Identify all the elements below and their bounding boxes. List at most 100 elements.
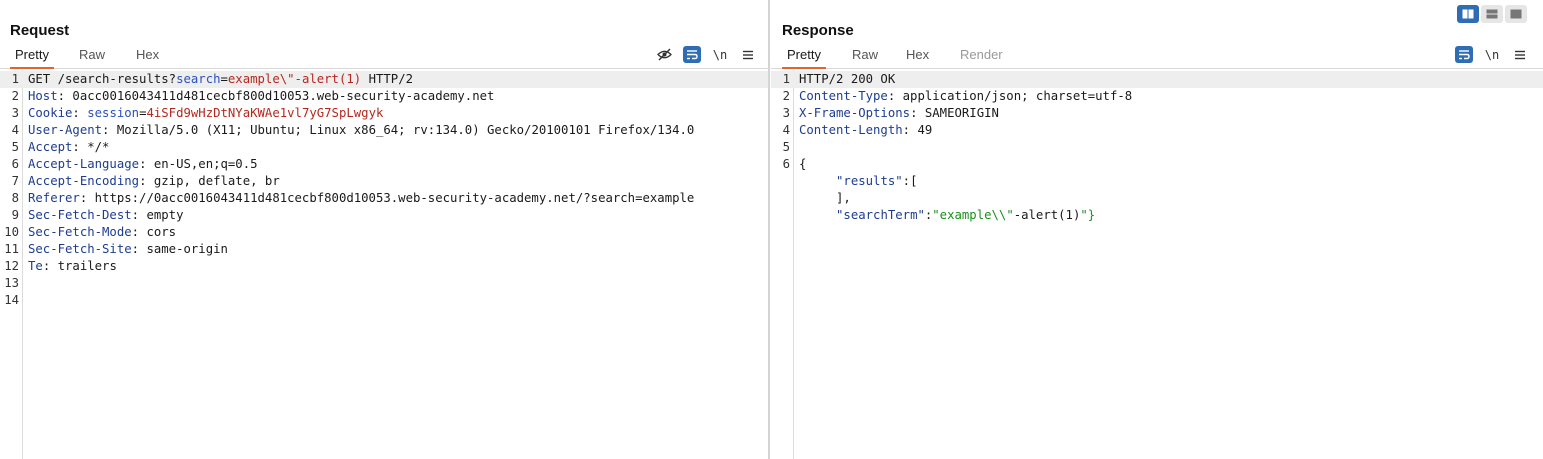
response-editor[interactable]: 1 HTTP/2 200 OK 2 Content-Type: application…	[771, 70, 1543, 459]
side-by-side-layout-icon[interactable]	[1457, 5, 1479, 23]
request-code-line[interactable]: 4 User-Agent: Mozilla/5.0 (X11; Ubuntu; L…	[0, 122, 768, 139]
request-line-number: 10	[4, 225, 19, 239]
request-title: Request	[10, 22, 70, 39]
request-line-number: 1	[11, 72, 19, 86]
request-code-line[interactable]: 12 Te: trailers	[0, 258, 768, 275]
response-line-number: 3	[782, 106, 790, 120]
request-code-token: 4iSFd9wHzDtNYaKWAe1vl7yG7SpLwgyk	[146, 106, 384, 120]
request-code-token: Accept-Language	[28, 157, 140, 171]
request-line-text: Accept-Language: en-US,en;q=0.5	[28, 156, 258, 173]
request-code-token: Sec-Fetch-Site	[28, 242, 132, 256]
response-code-line[interactable]: "results":[	[771, 173, 1543, 190]
request-code-line[interactable]: 13	[0, 275, 768, 292]
request-line-text: Cookie: session=4iSFd9wHzDtNYaKWAe1vl7yG…	[28, 105, 383, 122]
single-layout-icon[interactable]	[1505, 5, 1527, 23]
request-code-line[interactable]: 3 Cookie: session=4iSFd9wHzDtNYaKWAe1vl7y…	[0, 105, 768, 122]
newline-toggle[interactable]: \n	[1483, 46, 1501, 63]
request-line-text: Referer: https://0acc0016043411d481cecbf…	[28, 190, 694, 207]
pane-divider[interactable]	[768, 0, 770, 459]
request-code-line[interactable]: 5 Accept: */*	[0, 139, 768, 156]
request-line-number: 2	[11, 89, 19, 103]
request-line-text: GET /search-results?search=example\"-ale…	[28, 71, 413, 88]
request-code-token: search	[176, 72, 221, 86]
request-line-number: 14	[4, 293, 19, 307]
response-code-line[interactable]: 5	[771, 139, 1543, 156]
response-code-token: "results"	[836, 174, 903, 188]
response-code-line[interactable]: 2 Content-Type: application/json; charset…	[771, 88, 1543, 105]
request-code-line[interactable]: 14	[0, 292, 768, 309]
response-line-text: ],	[799, 190, 851, 207]
response-line-text: {	[799, 156, 806, 173]
request-code-token: : https://0acc0016043411d481cecbf800d100…	[79, 191, 695, 205]
request-line-number: 5	[11, 140, 19, 154]
response-code-line[interactable]: 6{	[771, 156, 1543, 173]
request-code-token: Referer	[28, 191, 80, 205]
request-code-token: : empty	[131, 208, 184, 222]
response-tab-pretty[interactable]: Pretty	[782, 47, 826, 69]
response-code-token: ],	[799, 191, 851, 205]
request-tab-pretty[interactable]: Pretty	[10, 47, 54, 69]
request-line-number: 9	[11, 208, 19, 222]
response-tab-hex[interactable]: Hex	[901, 47, 934, 67]
eye-slash-icon[interactable]	[655, 46, 673, 63]
response-pane: Response Pretty Raw Hex Render \n 1 HTTP/…	[771, 0, 1543, 459]
request-code-token: : Mozilla/5.0 (X11; Ubuntu; Linux x86_64…	[102, 123, 695, 137]
hamburger-menu-icon[interactable]	[739, 46, 757, 63]
response-code-token: :[	[902, 174, 918, 188]
request-code-token: : gzip, deflate, br	[139, 174, 280, 188]
request-code-token: example\"-alert(1)	[227, 72, 362, 86]
request-code-token: : en-US,en;q=0.5	[139, 157, 258, 171]
response-code-token: X-Frame-Options	[799, 106, 911, 120]
request-code-token: =	[220, 72, 228, 86]
hamburger-menu-icon[interactable]	[1511, 46, 1529, 63]
response-tab-render[interactable]: Render	[955, 47, 1008, 67]
request-code-token: Te	[28, 259, 43, 273]
response-code-token: : application/json; charset=utf-8	[887, 89, 1133, 103]
response-line-text: "results":[	[799, 173, 917, 190]
request-code-line[interactable]: 1 GET /search-results?search=example\"-al…	[0, 71, 768, 88]
response-code-token: : SAMEORIGIN	[910, 106, 999, 120]
request-code-line[interactable]: 11 Sec-Fetch-Site: same-origin	[0, 241, 768, 258]
request-line-text: Accept-Encoding: gzip, deflate, br	[28, 173, 280, 190]
request-tab-hex[interactable]: Hex	[131, 47, 164, 67]
response-line-text: HTTP/2 200 OK	[799, 71, 895, 88]
response-tab-raw[interactable]: Raw	[847, 47, 883, 67]
request-code-line[interactable]: 2 Host: 0acc0016043411d481cecbf800d10053.…	[0, 88, 768, 105]
response-code-line[interactable]: 4 Content-Length: 49	[771, 122, 1543, 139]
response-line-number: 5	[782, 140, 790, 154]
request-code-line[interactable]: 8 Referer: https://0acc0016043411d481cecb…	[0, 190, 768, 207]
request-code-line[interactable]: 6 Accept-Language: en-US,en;q=0.5	[0, 156, 768, 173]
response-line-number: 6	[782, 157, 790, 171]
response-code-line[interactable]: "searchTerm":"example\\"-alert(1)"}	[771, 207, 1543, 224]
stacked-layout-icon[interactable]	[1481, 5, 1503, 23]
response-code-line[interactable]: 1 HTTP/2 200 OK	[771, 71, 1543, 88]
newline-toggle[interactable]: \n	[711, 46, 729, 63]
request-line-number: 3	[11, 106, 19, 120]
response-line-number: 4	[782, 123, 790, 137]
request-line-text: Sec-Fetch-Dest: empty	[28, 207, 183, 224]
response-code-token	[799, 208, 836, 222]
request-code-token: : trailers	[42, 259, 117, 273]
request-line-number: 13	[4, 276, 19, 290]
request-line-number: 6	[11, 157, 19, 171]
request-tab-raw[interactable]: Raw	[74, 47, 110, 67]
word-wrap-icon[interactable]	[683, 46, 701, 63]
request-code-token: session	[87, 106, 140, 120]
response-code-line[interactable]: ],	[771, 190, 1543, 207]
request-code-token: Sec-Fetch-Mode	[28, 225, 132, 239]
request-code-token: Sec-Fetch-Dest	[28, 208, 132, 222]
request-line-text: Sec-Fetch-Site: same-origin	[28, 241, 228, 258]
response-code-token: "}	[1080, 208, 1096, 222]
request-editor[interactable]: 1 GET /search-results?search=example\"-al…	[0, 70, 768, 459]
response-tabs: Pretty Raw Hex Render	[771, 44, 1543, 69]
request-line-text: User-Agent: Mozilla/5.0 (X11; Ubuntu; Li…	[28, 122, 694, 139]
response-code-token: {	[799, 157, 807, 171]
request-code-line[interactable]: 10 Sec-Fetch-Mode: cors	[0, 224, 768, 241]
response-title: Response	[782, 22, 854, 39]
request-code-line[interactable]: 7 Accept-Encoding: gzip, deflate, br	[0, 173, 768, 190]
request-code-token: Accept	[28, 140, 73, 154]
response-code-line[interactable]: 3 X-Frame-Options: SAMEORIGIN	[771, 105, 1543, 122]
request-code-line[interactable]: 9 Sec-Fetch-Dest: empty	[0, 207, 768, 224]
word-wrap-icon[interactable]	[1455, 46, 1473, 63]
response-line-number: 2	[782, 89, 790, 103]
